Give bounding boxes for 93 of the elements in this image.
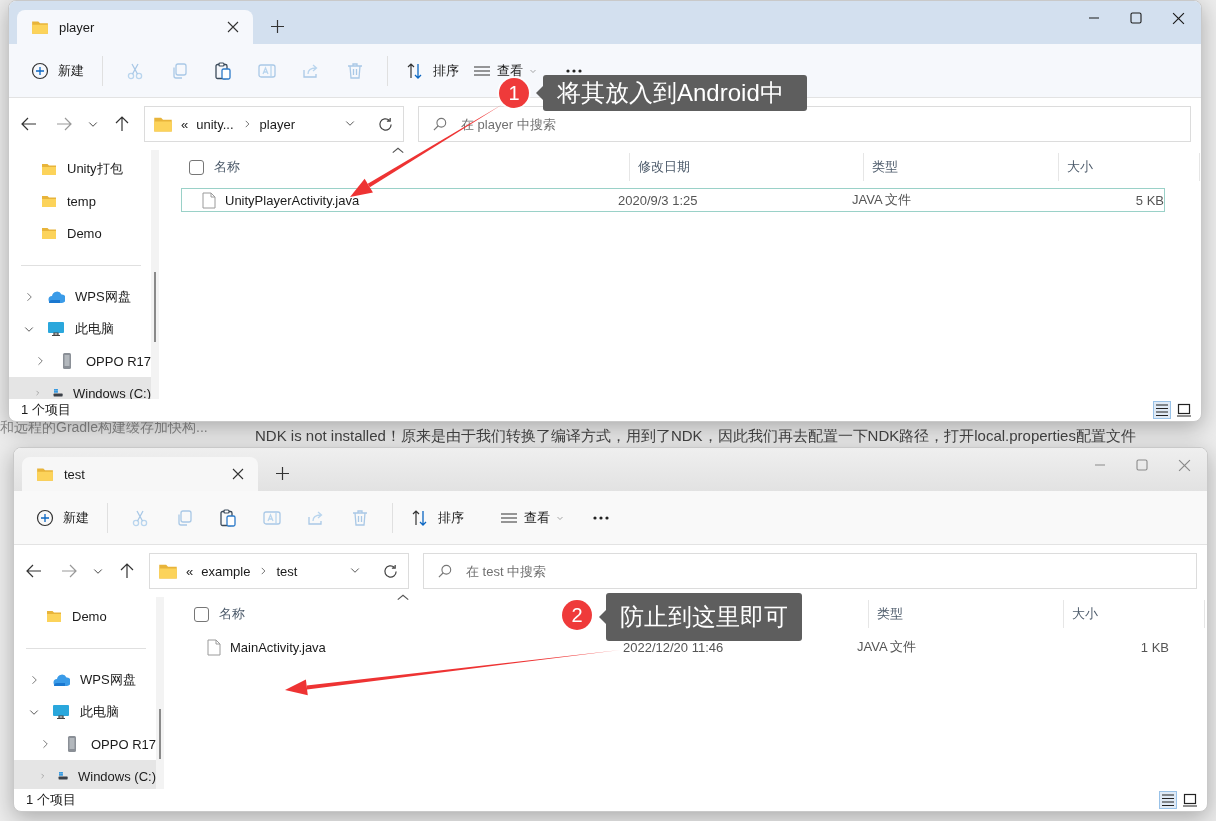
- column-header[interactable]: 名称: [219, 605, 245, 623]
- details-view-button[interactable]: [1153, 401, 1171, 419]
- table-cell: 2020/9/3 1:25: [618, 192, 698, 208]
- nav-item[interactable]: 此电脑: [9, 313, 151, 345]
- up-icon[interactable]: [119, 563, 135, 579]
- close-icon[interactable]: [232, 468, 244, 480]
- nav-item[interactable]: Windows (C:): [14, 760, 156, 789]
- folder-icon: [41, 161, 57, 177]
- table-cell: 5 KB: [1135, 192, 1164, 208]
- view-button[interactable]: 查看: [494, 506, 570, 529]
- nav-item[interactable]: WPS网盘: [14, 664, 156, 696]
- plus-circle-icon: [31, 61, 49, 80]
- sort-caret-icon[interactable]: [391, 146, 405, 154]
- nav-item[interactable]: OPPO R17: [9, 345, 151, 377]
- up-icon[interactable]: [114, 116, 130, 132]
- folder-icon: [41, 193, 57, 209]
- column-header[interactable]: 名称: [214, 158, 240, 176]
- table-cell: UnityPlayerActivity.java: [225, 192, 360, 208]
- sort-arrows-icon: [406, 61, 424, 80]
- nav-item[interactable]: Demo: [14, 600, 156, 632]
- nav-item[interactable]: Unity打包: [9, 153, 151, 185]
- paste-icon[interactable]: [213, 60, 233, 81]
- monitor-icon: [47, 320, 65, 338]
- sort-button[interactable]: 排序: [403, 502, 472, 533]
- search-icon: [433, 117, 447, 131]
- table-cell: MainActivity.java: [230, 639, 326, 655]
- breadcrumb-overflow-button[interactable]: «: [181, 116, 189, 132]
- more-icon[interactable]: [565, 67, 583, 74]
- table-cell: JAVA 文件: [857, 638, 917, 656]
- column-header[interactable]: 大小: [1072, 605, 1098, 623]
- file-icon: [207, 638, 221, 656]
- details-view-icon: [1161, 793, 1175, 807]
- table-cell: 1 KB: [1140, 639, 1169, 655]
- folder-icon: [36, 465, 54, 483]
- new-button[interactable]: 新建: [28, 502, 97, 533]
- breadcrumb-overflow-button[interactable]: «: [186, 563, 194, 579]
- column-header[interactable]: 类型: [877, 605, 903, 623]
- back-icon[interactable]: [21, 116, 37, 132]
- item-count: 1 个项目: [21, 401, 71, 419]
- breadcrumb-item[interactable]: unity...: [196, 116, 234, 132]
- forward-icon[interactable]: [61, 563, 77, 579]
- tiles-view-icon: [1183, 793, 1197, 807]
- tiles-view-button[interactable]: [1175, 401, 1193, 419]
- address-bar[interactable]: « example test: [149, 553, 409, 589]
- table-cell: 2022/12/20 11:46: [623, 639, 724, 655]
- column-header[interactable]: 大小: [1067, 158, 1093, 176]
- plus-icon[interactable]: [271, 20, 284, 33]
- tiles-view-button[interactable]: [1181, 791, 1199, 809]
- nav-item[interactable]: OPPO R17: [14, 728, 156, 760]
- folder-icon: [31, 18, 49, 36]
- more-icon[interactable]: [592, 514, 610, 521]
- page-text: NDK is not installed！原来是由于我们转换了编译方式，用到了NDK，因此我们再去配置一下NDK路径，打开local.properties配置文件: [255, 427, 1136, 446]
- column-header[interactable]: 修改日期: [638, 158, 690, 176]
- sort-button[interactable]: 排序: [398, 55, 467, 86]
- column-header[interactable]: 类型: [872, 158, 898, 176]
- breadcrumb-item[interactable]: player: [259, 116, 295, 132]
- close-icon[interactable]: [227, 21, 239, 33]
- nav-item[interactable]: 此电脑: [14, 696, 156, 728]
- callout-tooltip: 防止到这里即可: [606, 593, 802, 641]
- nav-item[interactable]: Demo: [9, 217, 151, 249]
- sort-arrows-icon: [411, 508, 429, 527]
- details-view-button[interactable]: [1159, 791, 1177, 809]
- forward-icon[interactable]: [56, 116, 72, 132]
- breadcrumb-item[interactable]: example: [201, 563, 251, 579]
- search-icon: [438, 564, 452, 578]
- file-row[interactable]: UnityPlayerActivity.java 2020/9/3 1:25 JAVA 文件 5 KB: [181, 188, 1165, 212]
- file-icon: [202, 191, 216, 209]
- callout-tooltip: 将其放入到Android中: [543, 75, 807, 111]
- select-all-checkbox[interactable]: [189, 159, 204, 175]
- table-cell: JAVA 文件: [852, 191, 912, 209]
- details-view-icon: [1155, 403, 1169, 417]
- refresh-icon[interactable]: [378, 116, 393, 132]
- new-button[interactable]: 新建: [23, 55, 92, 86]
- monitor-icon: [52, 703, 70, 721]
- back-icon[interactable]: [26, 563, 42, 579]
- select-all-checkbox[interactable]: [194, 606, 209, 622]
- folder-icon: [41, 225, 57, 241]
- tab[interactable]: test: [22, 457, 258, 491]
- sort-caret-icon[interactable]: [396, 593, 410, 601]
- tiles-view-icon: [1177, 403, 1191, 417]
- paste-icon[interactable]: [218, 507, 238, 528]
- address-bar[interactable]: « unity... player: [144, 106, 404, 142]
- refresh-icon[interactable]: [383, 563, 398, 579]
- plus-icon[interactable]: [276, 467, 289, 480]
- nav-item[interactable]: temp: [9, 185, 151, 217]
- plus-circle-icon: [36, 508, 54, 527]
- tab[interactable]: player: [17, 10, 253, 44]
- search-input[interactable]: 在 test 中搜索: [464, 562, 1182, 580]
- search-field[interactable]: 在 test 中搜索: [423, 553, 1197, 589]
- folder-icon: [46, 608, 62, 624]
- item-count: 1 个项目: [26, 791, 76, 809]
- nav-item[interactable]: WPS网盘: [9, 281, 151, 313]
- breadcrumb-item[interactable]: test: [276, 563, 298, 579]
